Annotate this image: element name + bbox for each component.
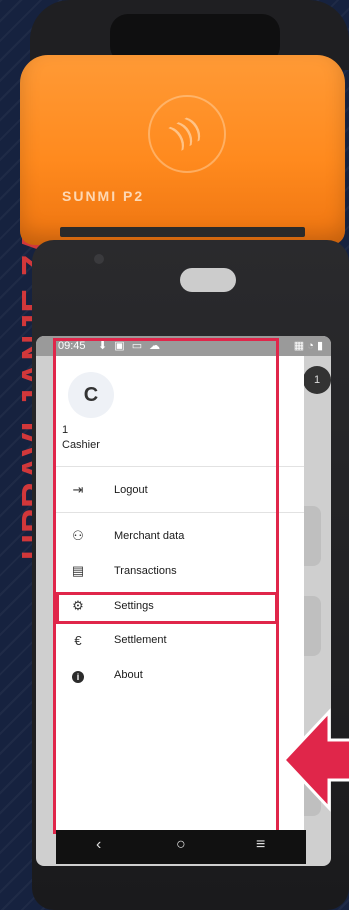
transactions-icon: ▤	[71, 563, 85, 578]
menu-item-merchant-data[interactable]: ⚇ Merchant data	[56, 523, 304, 549]
menu-item-label: Merchant data	[114, 530, 185, 542]
status-bar: 09:45 ⬇ ▣ ▭ ☁ ▦ ◔ ▮	[36, 336, 331, 356]
euro-icon: €	[74, 632, 82, 648]
merchant-icon: ⚇	[72, 528, 84, 543]
pointer-arrow-icon	[284, 708, 349, 812]
device-brand: SUNMI P2	[62, 188, 145, 204]
logout-icon: ⇥	[72, 482, 84, 497]
printer-cover: ))) SUNMI P2	[20, 55, 345, 245]
menu-item-label: Settlement	[114, 634, 167, 646]
menu-item-settings[interactable]: ⚙ Settings	[56, 593, 304, 619]
nfc-icon: )))	[148, 95, 226, 173]
menu-item-label: Transactions	[114, 565, 177, 577]
avatar[interactable]: C	[68, 372, 114, 418]
home-nav-button[interactable]: ○	[176, 836, 186, 854]
divider	[56, 512, 304, 513]
status-right-icons: ▦ ◔ ▮	[293, 340, 323, 352]
recents-nav-button[interactable]: ≡	[256, 836, 265, 854]
menu-item-settlement[interactable]: € Settlement	[56, 627, 304, 653]
info-icon: i	[68, 668, 88, 683]
menu-item-logout[interactable]: ⇥ Logout	[56, 477, 304, 503]
camera-icon	[94, 254, 104, 264]
menu-item-label: Logout	[114, 484, 148, 496]
system-nav-bar: ‹ ○ ≡	[56, 830, 306, 864]
status-left-icons: ⬇ ▣ ▭ ☁	[98, 340, 163, 352]
back-nav-button[interactable]: ‹	[96, 836, 101, 854]
divider	[56, 466, 304, 467]
power-button[interactable]	[180, 268, 236, 292]
navigation-drawer: C 1 Cashier ⇥ Logout ⚇ Merchant data ▤ T…	[56, 356, 304, 836]
menu-item-about[interactable]: i About	[56, 662, 304, 688]
menu-item-label: About	[114, 669, 143, 681]
gear-icon: ⚙	[72, 598, 84, 613]
profile-role: Cashier	[62, 439, 100, 451]
menu-item-transactions[interactable]: ▤ Transactions	[56, 558, 304, 584]
background-user-badge: 1	[303, 366, 331, 394]
status-time: 09:45	[58, 340, 86, 352]
paper-slot	[60, 227, 305, 237]
profile-user-id: 1	[62, 424, 69, 436]
menu-item-label: Settings	[114, 600, 154, 612]
